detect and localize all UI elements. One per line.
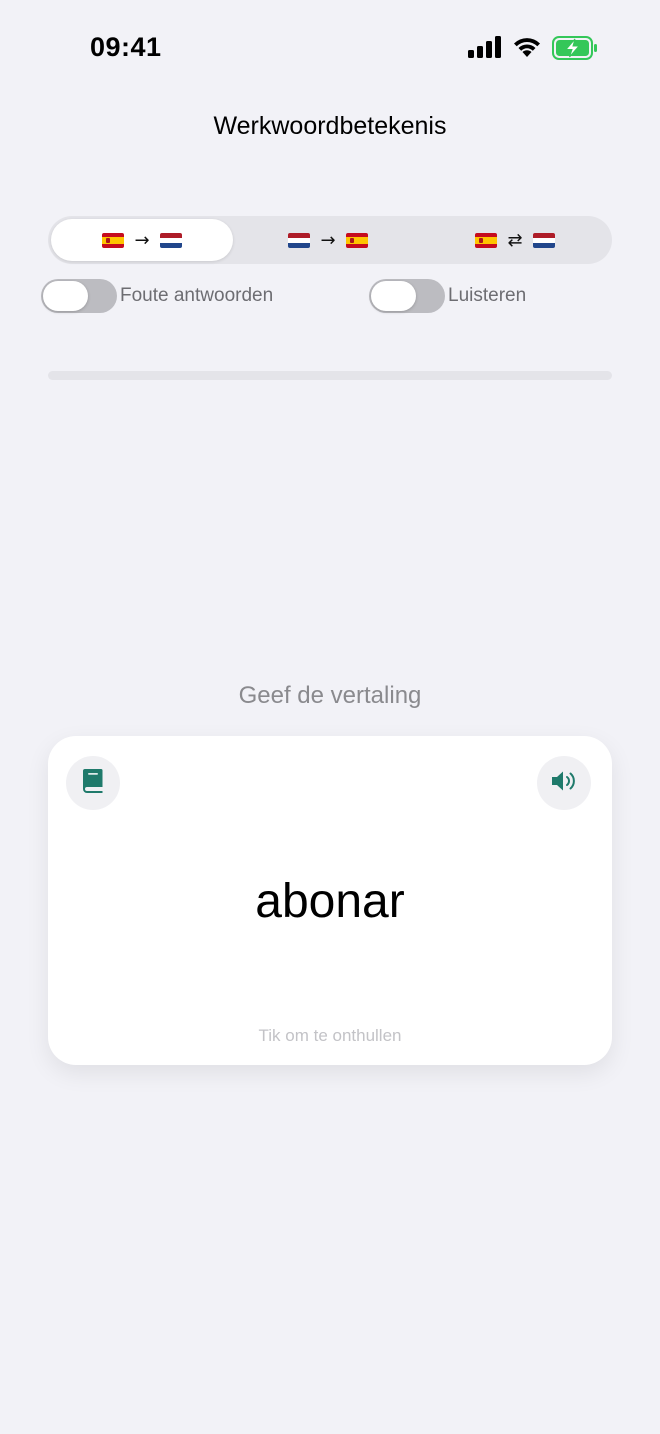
wrong-answers-label: Foute antwoorden (120, 285, 274, 306)
arrows-swap-icon: ⇄ (507, 229, 523, 251)
progress-bar (48, 371, 612, 380)
direction-selector: → → ⇄ (48, 216, 612, 264)
direction-option-nl-to-es[interactable]: → (237, 219, 419, 261)
direction-option-es-to-nl[interactable]: → (51, 219, 233, 261)
reveal-hint: Tik om te onthullen (258, 1026, 402, 1045)
cellular-signal-icon (468, 36, 502, 63)
prompt-text: Geef de vertaling (238, 682, 422, 709)
arrow-right-icon: → (320, 229, 336, 251)
arrow-right-icon: → (134, 229, 150, 251)
direction-option-both[interactable]: ⇄ (424, 219, 606, 261)
card-word: abonar (255, 875, 405, 928)
book-icon (82, 768, 104, 799)
wifi-icon (512, 35, 542, 63)
listening-toggle-row: Luisteren (369, 279, 526, 313)
es-flag-icon (475, 232, 498, 248)
es-flag-icon (345, 232, 368, 248)
page-title: Werkwoordbetekenis (213, 112, 447, 140)
wrong-answers-toggle-row: Foute antwoorden (41, 279, 273, 313)
toggle-knob (371, 281, 416, 311)
wrong-answers-toggle[interactable] (41, 279, 117, 313)
status-time: 09:41 (90, 32, 162, 62)
screen: 09:41 Werkwoordbetekenis → → ⇄ Foute ant… (0, 0, 660, 1434)
dictionary-button[interactable] (66, 756, 120, 810)
nl-flag-icon (532, 232, 555, 248)
es-flag-icon (102, 232, 125, 248)
listening-toggle[interactable] (369, 279, 445, 313)
battery-charging-icon (552, 36, 598, 65)
nl-flag-icon (288, 232, 311, 248)
listening-label: Luisteren (448, 285, 527, 306)
flash-card[interactable]: abonar Tik om te onthullen (48, 736, 612, 1065)
nl-flag-icon (159, 232, 182, 248)
toggle-knob (43, 281, 88, 311)
speak-button[interactable] (537, 756, 591, 810)
speaker-icon (550, 769, 578, 798)
